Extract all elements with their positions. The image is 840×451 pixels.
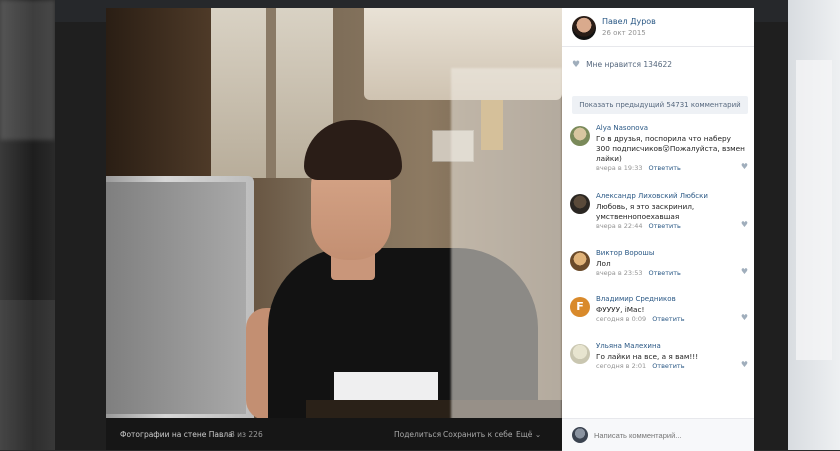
comment-author[interactable]: Виктор Ворошы — [596, 249, 654, 257]
comment-meta: вчера в 22:44 Ответить — [596, 222, 681, 230]
album-title[interactable]: Фотографии на стене Павла — [120, 430, 233, 439]
comment-text: Лол — [596, 259, 611, 268]
post-header: Павел Дуров 26 окт 2015 — [562, 8, 754, 47]
like-button[interactable]: ♥ Мне нравится 134622 — [572, 60, 672, 70]
share-button[interactable]: Поделиться — [394, 430, 441, 439]
likes-count: 134622 — [643, 60, 673, 69]
show-previous-comments[interactable]: Показать предыдущий 54731 комментарий — [572, 96, 748, 114]
photo-glare — [451, 68, 562, 420]
comment-text: Любовь, я это заскринил, умственнопоехав… — [596, 202, 695, 221]
more-button[interactable]: Ещё ⌄ — [516, 430, 541, 439]
reply-button[interactable]: Ответить — [648, 222, 680, 230]
comment-avatar[interactable] — [570, 194, 590, 214]
chevron-down-icon: ⌄ — [534, 430, 542, 439]
photo-imac — [106, 176, 254, 420]
background-right — [788, 0, 840, 450]
author-avatar[interactable] — [572, 16, 596, 40]
background-blur — [796, 60, 832, 360]
comment-text: Го в друзья, поспорила что наберу 300 по… — [596, 134, 745, 163]
background-left — [0, 0, 55, 450]
comment-author[interactable]: Александр Лиховский Любски — [596, 192, 708, 200]
heart-icon[interactable]: ♥ — [741, 220, 748, 229]
likes-label: Мне нравится — [586, 60, 642, 69]
comment-avatar[interactable] — [570, 251, 590, 271]
heart-icon[interactable]: ♥ — [741, 162, 748, 171]
comment-author[interactable]: Alya Nasonova — [596, 124, 648, 132]
photo-window-frame — [266, 8, 276, 178]
post-date[interactable]: 26 окт 2015 — [602, 29, 646, 37]
reply-button[interactable]: Ответить — [652, 315, 684, 323]
photo-imac-screen — [106, 182, 246, 414]
photo[interactable] — [106, 8, 562, 420]
reply-button[interactable]: Ответить — [648, 164, 680, 172]
background-blur-top — [0, 0, 55, 140]
reply-button[interactable]: Ответить — [648, 269, 680, 277]
comment-meta: сегодня в 0:09 Ответить — [596, 315, 685, 323]
comment-meta: вчера в 19:33 Ответить — [596, 164, 681, 172]
photo-counter: 8 из 226 — [230, 430, 263, 439]
separator-dot: · — [510, 430, 513, 439]
comment-time[interactable]: сегодня в 2:01 — [596, 362, 646, 370]
reply-button[interactable]: Ответить — [652, 362, 684, 370]
comment-avatar[interactable] — [570, 344, 590, 364]
comment-time[interactable]: вчера в 23:53 — [596, 269, 642, 277]
comment-meta: сегодня в 2:01 Ответить — [596, 362, 685, 370]
comment-input[interactable] — [594, 427, 744, 443]
comment-composer — [562, 418, 754, 451]
more-label: Ещё — [516, 430, 533, 439]
heart-icon[interactable]: ♥ — [741, 267, 748, 276]
comment-author[interactable]: Владимир Средников — [596, 295, 676, 303]
comment-time[interactable]: вчера в 19:33 — [596, 164, 642, 172]
heart-icon[interactable]: ♥ — [741, 313, 748, 322]
user-avatar — [572, 427, 588, 443]
author-name[interactable]: Павел Дуров — [602, 17, 656, 26]
save-button[interactable]: Сохранить к себе — [443, 430, 512, 439]
comment-time[interactable]: вчера в 22:44 — [596, 222, 642, 230]
photo-caption-bar: Фотографии на стене Павла 8 из 226 Подел… — [106, 418, 562, 450]
comment-avatar[interactable]: F — [570, 297, 590, 317]
comment-text: ФУУУУ, iMac! — [596, 305, 645, 314]
comments-panel: Павел Дуров 26 окт 2015 ♥ Мне нравится 13… — [562, 8, 754, 451]
background-blur-bottom — [0, 300, 55, 450]
comment-author[interactable]: Ульяна Малехина — [596, 342, 661, 350]
comment-meta: вчера в 23:53 Ответить — [596, 269, 681, 277]
comment-text: Го лайки на все, а я вам!!! — [596, 352, 699, 361]
comment-avatar[interactable] — [570, 126, 590, 146]
comment-time[interactable]: сегодня в 0:09 — [596, 315, 646, 323]
separator-dot: · — [437, 430, 440, 439]
heart-icon[interactable]: ♥ — [741, 360, 748, 369]
heart-icon: ♥ — [572, 60, 581, 70]
